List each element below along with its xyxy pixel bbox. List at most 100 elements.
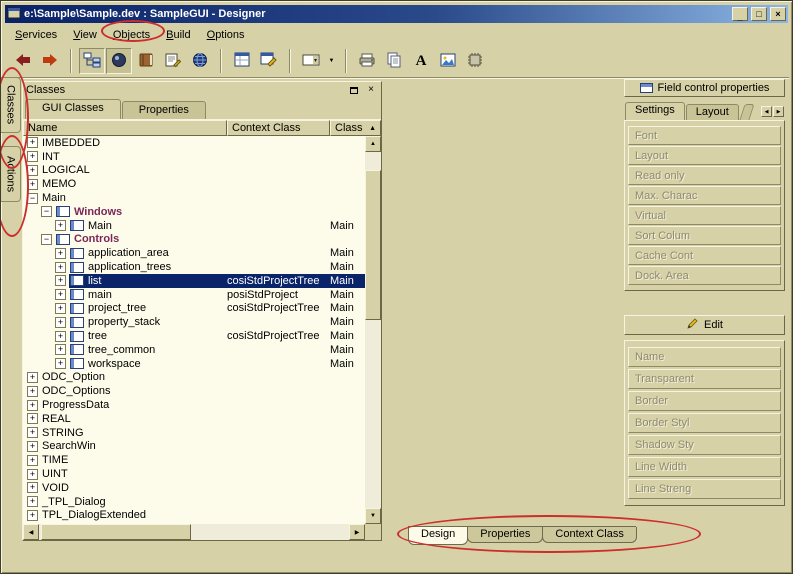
scroll-up-button[interactable]: ▲ xyxy=(365,136,381,152)
panel-close-button[interactable]: × xyxy=(364,84,378,96)
horizontal-scrollbar[interactable]: ◀ ▶ xyxy=(23,524,365,540)
printer-button[interactable] xyxy=(354,48,380,74)
menu-services[interactable]: Services xyxy=(8,26,64,44)
form-edit-button[interactable] xyxy=(160,48,186,74)
property-button-sort-column[interactable]: Sort Colum xyxy=(628,226,781,245)
combo-dropdown-button[interactable]: ▼ xyxy=(325,48,338,74)
expander-icon[interactable] xyxy=(55,289,66,300)
expander-icon[interactable] xyxy=(27,372,38,383)
property-button-max-characters[interactable]: Max. Charac xyxy=(628,186,781,205)
property-button-shadow-style[interactable]: Shadow Sty xyxy=(628,435,781,455)
property-button-name[interactable]: Name xyxy=(628,347,781,367)
tree-row[interactable]: MainMain xyxy=(23,219,365,233)
menu-view[interactable]: View xyxy=(66,26,104,44)
property-button-virtual[interactable]: Virtual xyxy=(628,206,781,225)
expander-icon[interactable] xyxy=(27,151,38,162)
tree-row[interactable]: TPL_DialogExtended xyxy=(23,509,365,523)
maximize-button[interactable]: □ xyxy=(751,7,767,21)
expander-icon[interactable] xyxy=(27,441,38,452)
tree-row[interactable]: UINT xyxy=(23,467,365,481)
menu-options[interactable]: Options xyxy=(200,26,252,44)
combo-field-button[interactable] xyxy=(298,48,324,74)
hscroll-track[interactable] xyxy=(39,524,349,540)
tree-row[interactable]: property_stackMain xyxy=(23,315,365,329)
expander-icon[interactable] xyxy=(27,165,38,176)
font-button[interactable]: A xyxy=(408,48,434,74)
tab-scroll-right-button[interactable]: ▶ xyxy=(773,106,784,117)
tab-partial[interactable] xyxy=(739,104,754,120)
tree-row[interactable]: Main xyxy=(23,191,365,205)
expander-icon[interactable] xyxy=(27,510,38,521)
tree-row[interactable]: project_treecosiStdProjectTreeMain xyxy=(23,302,365,316)
tree-row[interactable]: workspaceMain xyxy=(23,357,365,371)
notebook-button[interactable] xyxy=(133,48,159,74)
scroll-down-button[interactable]: ▼ xyxy=(365,508,381,524)
tree-row[interactable]: ProgressData xyxy=(23,398,365,412)
property-button-line-width[interactable]: Line Width xyxy=(628,457,781,477)
tree-row-selected[interactable]: listcosiStdProjectTreeMain xyxy=(23,274,365,288)
expander-icon[interactable] xyxy=(27,496,38,507)
column-header-context-class[interactable]: Context Class xyxy=(227,120,330,136)
tab-layout[interactable]: Layout xyxy=(686,104,739,120)
expander-icon[interactable] xyxy=(41,234,52,245)
tree-row[interactable]: Controls xyxy=(23,233,365,247)
scroll-left-button[interactable]: ◀ xyxy=(23,524,39,540)
expander-icon[interactable] xyxy=(27,400,38,411)
expander-icon[interactable] xyxy=(27,179,38,190)
tree-row[interactable]: application_areaMain xyxy=(23,246,365,260)
minimize-button[interactable]: _ xyxy=(732,7,748,21)
property-button-dock-area[interactable]: Dock. Area xyxy=(628,266,781,285)
tree-row[interactable]: treecosiStdProjectTreeMain xyxy=(23,329,365,343)
property-button-transparent[interactable]: Transparent xyxy=(628,369,781,389)
property-button-line-strength[interactable]: Line Streng xyxy=(628,479,781,499)
expander-icon[interactable] xyxy=(27,469,38,480)
forward-button[interactable] xyxy=(37,48,63,74)
globe-button[interactable] xyxy=(187,48,213,74)
column-header-name[interactable]: Name xyxy=(23,120,227,136)
expander-icon[interactable] xyxy=(27,455,38,466)
expander-icon[interactable] xyxy=(55,220,66,231)
tree-row[interactable]: Windows xyxy=(23,205,365,219)
tree-row[interactable]: VOID xyxy=(23,481,365,495)
expander-icon[interactable] xyxy=(27,427,38,438)
expander-icon[interactable] xyxy=(55,331,66,342)
dock-tab-actions[interactable]: Actions xyxy=(1,146,21,202)
expander-icon[interactable] xyxy=(55,317,66,328)
dock-tab-classes[interactable]: Classes xyxy=(1,77,21,133)
property-button-font[interactable]: Font xyxy=(628,126,781,145)
tree-row[interactable]: application_treesMain xyxy=(23,260,365,274)
tree-row[interactable]: STRING xyxy=(23,426,365,440)
tab-properties-panel[interactable]: Properties xyxy=(122,101,206,119)
property-button-cache-content[interactable]: Cache Cont xyxy=(628,246,781,265)
tree-row[interactable]: ODC_Options xyxy=(23,384,365,398)
tab-design[interactable]: Design xyxy=(408,527,468,545)
image-button[interactable] xyxy=(435,48,461,74)
expander-icon[interactable] xyxy=(55,275,66,286)
tab-scroll-left-button[interactable]: ◀ xyxy=(761,106,772,117)
vscroll-thumb[interactable] xyxy=(365,170,381,320)
expander-icon[interactable] xyxy=(55,248,66,259)
tree-row[interactable]: MEMO xyxy=(23,177,365,191)
vscroll-track[interactable] xyxy=(365,152,381,508)
tree-row[interactable]: REAL xyxy=(23,412,365,426)
expander-icon[interactable] xyxy=(27,482,38,493)
tree-row[interactable]: INT xyxy=(23,150,365,164)
expander-icon[interactable] xyxy=(55,358,66,369)
close-button[interactable]: × xyxy=(770,7,786,21)
component-button[interactable] xyxy=(462,48,488,74)
expander-icon[interactable] xyxy=(55,262,66,273)
tree-row[interactable]: TIME xyxy=(23,453,365,467)
expander-icon[interactable] xyxy=(55,344,66,355)
property-button-border-style[interactable]: Border Styl xyxy=(628,413,781,433)
tree-row[interactable]: IMBEDDED xyxy=(23,136,365,150)
tab-properties[interactable]: Properties xyxy=(467,527,543,543)
window-grid-button[interactable] xyxy=(229,48,255,74)
field-control-properties-button[interactable]: Field control properties xyxy=(624,79,785,97)
menu-objects[interactable]: Objects xyxy=(106,26,157,44)
back-button[interactable] xyxy=(10,48,36,74)
edit-button[interactable]: Edit xyxy=(624,315,785,335)
expander-icon[interactable] xyxy=(27,137,38,148)
window-edit-button[interactable] xyxy=(256,48,282,74)
tree-row[interactable]: ODC_Option xyxy=(23,371,365,385)
tree-row[interactable]: mainposiStdProjectMain xyxy=(23,288,365,302)
